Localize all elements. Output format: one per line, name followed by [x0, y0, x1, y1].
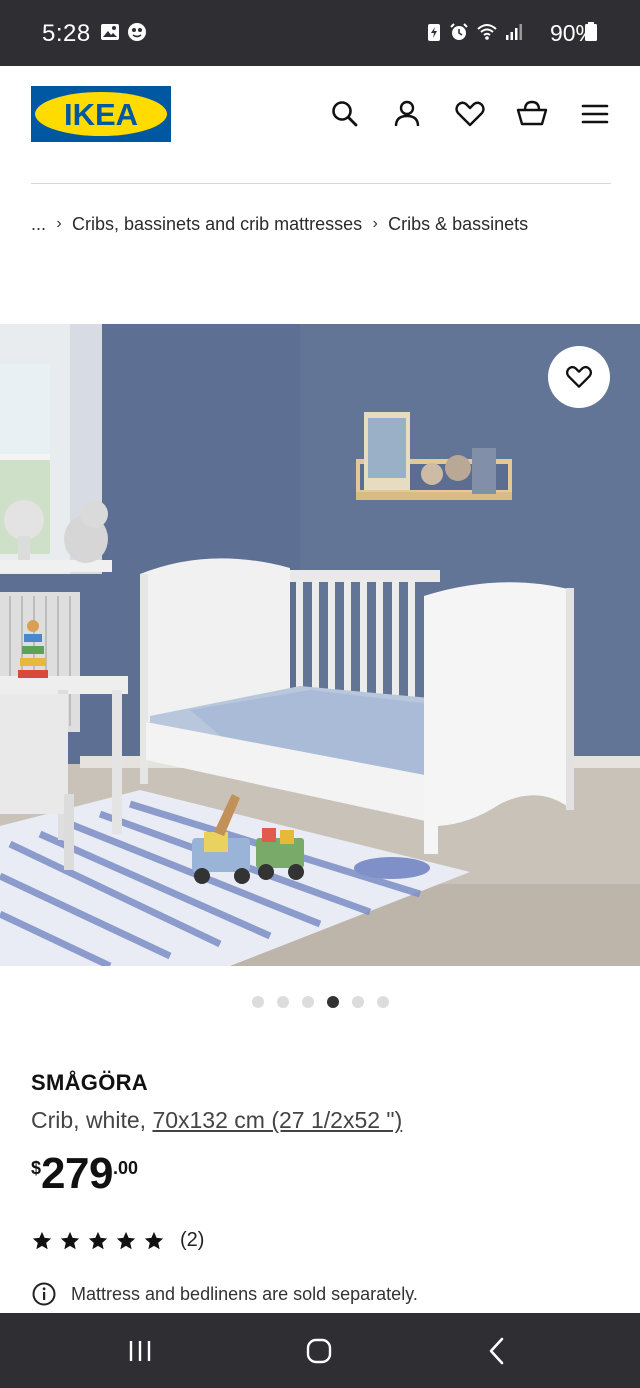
- account-icon[interactable]: [390, 97, 424, 131]
- carousel-dot[interactable]: [352, 996, 364, 1008]
- price-integer: 279: [41, 1149, 113, 1198]
- image-carousel-indicator: [252, 996, 389, 1008]
- carousel-dot[interactable]: [252, 996, 264, 1008]
- breadcrumb: ... › Cribs, bassinets and crib mattress…: [31, 211, 528, 237]
- star-icon: [60, 1231, 80, 1249]
- product-price: $ 279 .00: [31, 1150, 138, 1200]
- home-button[interactable]: [303, 1335, 335, 1367]
- breadcrumb-ellipsis[interactable]: ...: [31, 214, 46, 235]
- separately-sold-notice: Mattress and bedlinens are sold separate…: [31, 1281, 418, 1307]
- back-button[interactable]: [482, 1335, 514, 1367]
- crib-room-photo: [0, 324, 640, 966]
- status-time: 5:28: [42, 20, 91, 47]
- menu-icon[interactable]: [578, 97, 612, 131]
- info-icon: [32, 1282, 56, 1306]
- price-currency: $: [31, 1158, 42, 1178]
- product-name: SMÅGÖRA: [31, 1070, 148, 1095]
- battery-saver-icon: [428, 24, 440, 41]
- breadcrumb-item-cribs-bassinets-mattresses[interactable]: Cribs, bassinets and crib mattresses: [72, 214, 362, 235]
- product-size-link[interactable]: 70x132 cm (27 1/2x52 "): [152, 1107, 402, 1133]
- logo-text: IKEA: [64, 97, 138, 132]
- breadcrumb-item-cribs-bassinets[interactable]: Cribs & bassinets: [388, 214, 528, 235]
- carousel-dot[interactable]: [377, 996, 389, 1008]
- heart-icon: [565, 365, 593, 388]
- shopping-bag-icon[interactable]: [515, 97, 549, 131]
- status-bar: 5:28 90%: [0, 0, 640, 66]
- add-to-favorites-button[interactable]: [548, 346, 610, 408]
- chevron-right-icon: ›: [372, 215, 378, 232]
- product-rating[interactable]: (2): [31, 1229, 204, 1252]
- header-divider: [31, 183, 611, 184]
- product-image[interactable]: [0, 324, 640, 966]
- star-icon: [32, 1231, 52, 1249]
- carousel-dot[interactable]: [277, 996, 289, 1008]
- ikea-logo[interactable]: IKEA: [31, 86, 171, 142]
- star-icon: [144, 1231, 164, 1249]
- battery-icon: [585, 22, 597, 41]
- wifi-icon: [477, 24, 497, 40]
- favorites-icon[interactable]: [453, 97, 487, 131]
- product-type: Crib, white,: [31, 1107, 153, 1133]
- review-count[interactable]: (2): [180, 1229, 204, 1252]
- gallery-icon: [101, 24, 119, 40]
- recent-apps-button[interactable]: [124, 1335, 156, 1367]
- notice-text: Mattress and bedlinens are sold separate…: [71, 1283, 418, 1304]
- carousel-dot-active[interactable]: [327, 996, 339, 1008]
- smart-assistant-icon: [128, 23, 146, 41]
- star-icon: [88, 1231, 108, 1249]
- product-description: Crib, white, 70x132 cm (27 1/2x52 "): [31, 1107, 402, 1134]
- price-decimal: .00: [112, 1158, 138, 1178]
- rating-stars: [31, 1230, 165, 1252]
- alarm-icon: [450, 23, 468, 40]
- signal-icon: [506, 24, 522, 40]
- chevron-right-icon: ›: [56, 215, 62, 232]
- star-icon: [116, 1231, 136, 1249]
- carousel-dot[interactable]: [302, 996, 314, 1008]
- system-navigation-bar: [0, 1313, 640, 1388]
- search-icon[interactable]: [328, 97, 362, 131]
